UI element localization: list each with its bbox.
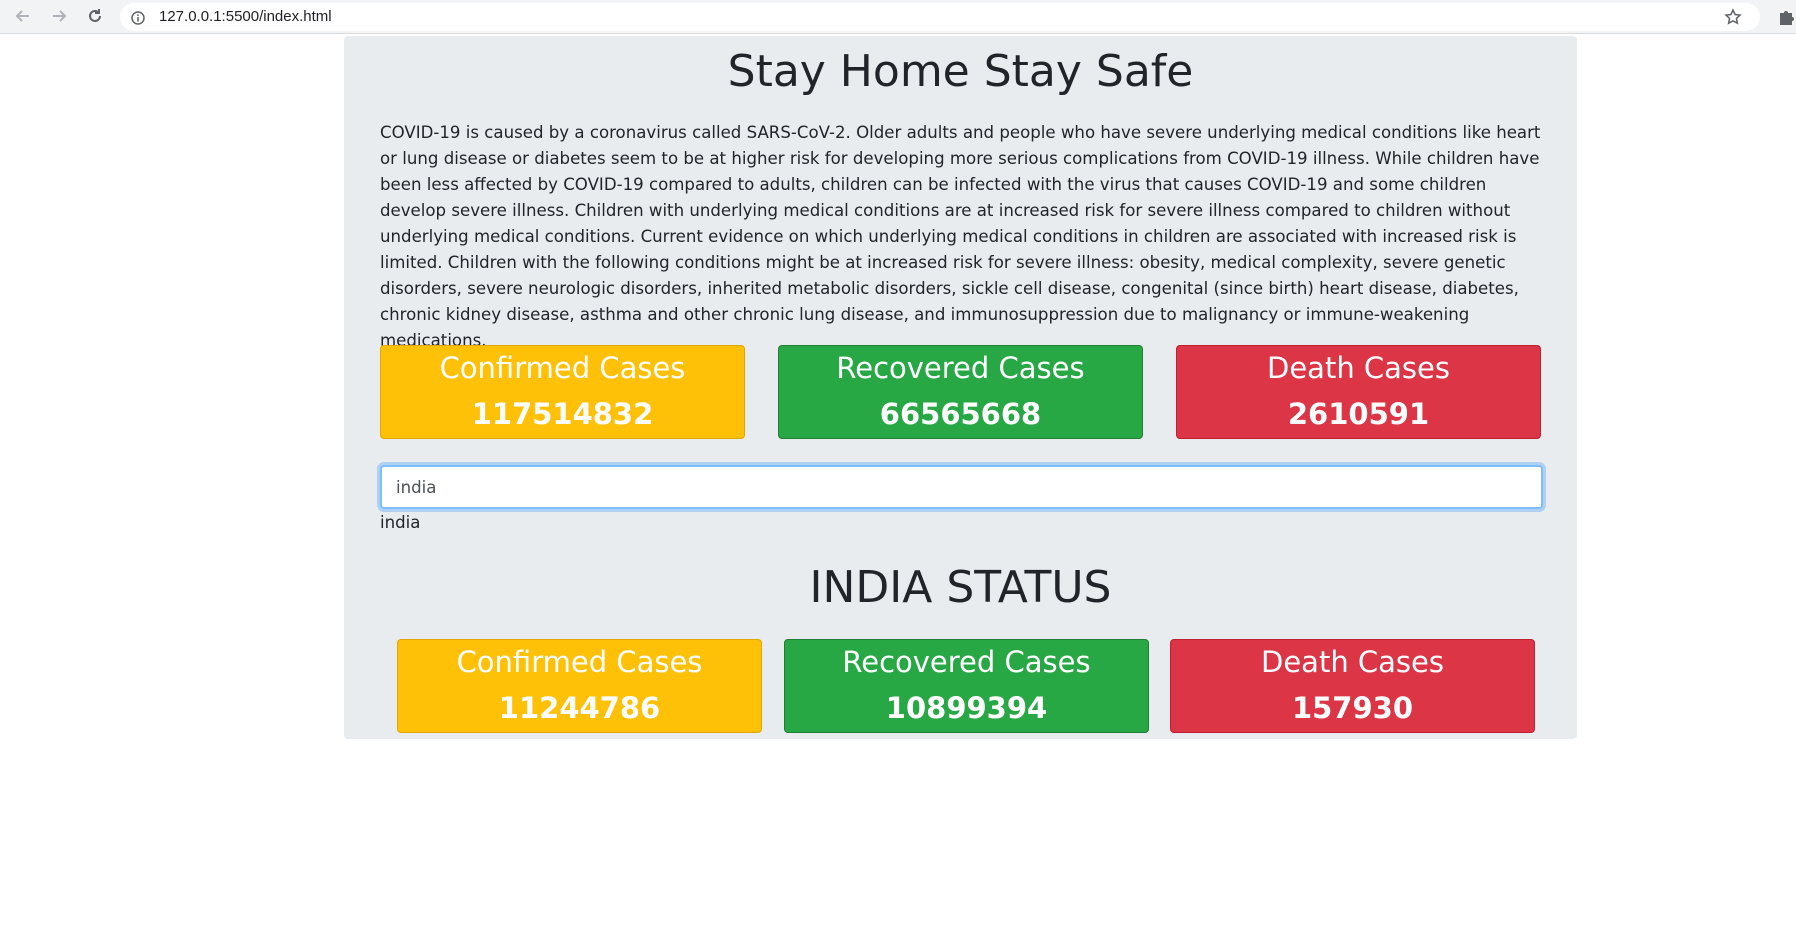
extensions-icon[interactable] (1778, 7, 1796, 31)
country-search-input[interactable] (380, 465, 1543, 509)
star-icon[interactable] (1724, 8, 1742, 30)
deaths-value: 157930 (1291, 691, 1414, 725)
deaths-value: 2610591 (1287, 397, 1430, 431)
confirmed-label: Confirmed Cases (439, 351, 686, 385)
country-recovered-card: Recovered Cases 10899394 (784, 639, 1149, 733)
recovered-value: 66565668 (879, 397, 1042, 431)
forward-arrow-icon[interactable] (46, 3, 72, 29)
country-confirmed-card: Confirmed Cases 11244786 (397, 639, 762, 733)
deaths-label: Death Cases (1261, 645, 1444, 679)
recovered-label: Recovered Cases (842, 645, 1091, 679)
confirmed-value: 117514832 (471, 397, 654, 431)
browser-toolbar: 127.0.0.1:5500/index.html (0, 0, 1796, 34)
url-text[interactable]: 127.0.0.1:5500/index.html (159, 3, 332, 31)
page-title: Stay Home Stay Safe (727, 46, 1194, 97)
global-confirmed-card: Confirmed Cases 117514832 (380, 345, 745, 439)
intro-paragraph: COVID-19 is caused by a coronavirus call… (380, 123, 1541, 350)
global-recovered-card: Recovered Cases 66565668 (778, 345, 1143, 439)
info-icon[interactable] (131, 10, 145, 29)
global-deaths-card: Death Cases 2610591 (1176, 345, 1541, 439)
country-deaths-card: Death Cases 157930 (1170, 639, 1535, 733)
recovered-value: 10899394 (885, 691, 1048, 725)
recovered-label: Recovered Cases (836, 351, 1085, 385)
search-echo-text: india (380, 513, 421, 532)
deaths-label: Death Cases (1267, 351, 1450, 385)
confirmed-label: Confirmed Cases (456, 645, 703, 679)
back-arrow-icon[interactable] (10, 3, 36, 29)
confirmed-value: 11244786 (498, 691, 661, 725)
country-status-title: INDIA STATUS (809, 562, 1112, 613)
reload-icon[interactable] (82, 3, 108, 29)
main-container: Stay Home Stay Safe COVID-19 is caused b… (344, 36, 1577, 739)
address-bar[interactable]: 127.0.0.1:5500/index.html (120, 3, 1760, 31)
